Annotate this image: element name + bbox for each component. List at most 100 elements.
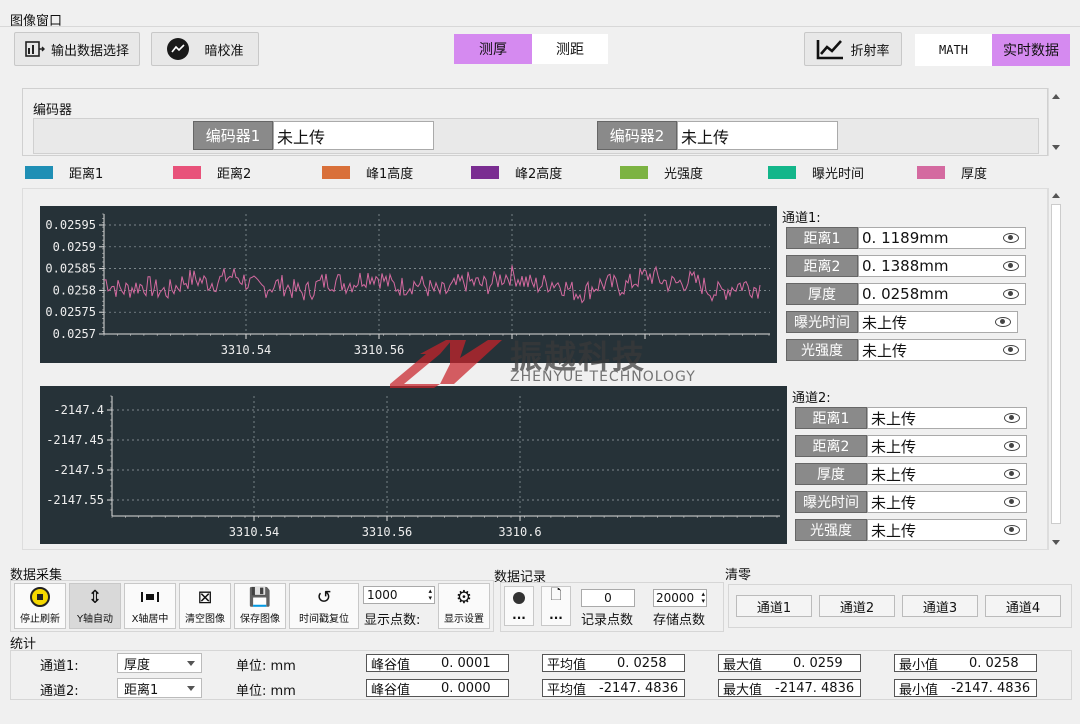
eye-icon[interactable]	[995, 317, 1011, 327]
legend-item-peak1[interactable]: 峰1高度	[322, 163, 413, 182]
y-tick-label: -2147.4	[53, 403, 104, 417]
row-label: 距离2	[786, 255, 858, 277]
stats-row2-channel: 通道2:	[40, 684, 79, 699]
stats-row1-select[interactable]: 厚度	[117, 653, 202, 673]
chart-area-scrollbar[interactable]	[1048, 188, 1062, 550]
record-button[interactable]: ...	[504, 586, 534, 626]
legend-item-thickness[interactable]: 厚度	[917, 163, 987, 182]
y-auto-button[interactable]: ⇕ Y轴自动	[69, 583, 121, 629]
dark-calibration-label: 暗校准	[204, 43, 244, 59]
eye-icon[interactable]	[1004, 497, 1020, 507]
legend-label: 距离2	[217, 167, 252, 182]
reset-timestamp-button[interactable]: ↺ 时间戳复位	[289, 583, 359, 629]
stats-row2-select[interactable]: 距离1	[117, 678, 202, 698]
realtime-toggle[interactable]: 实时数据	[992, 34, 1070, 66]
max-value: 0. 0259	[793, 655, 843, 671]
eye-icon[interactable]	[1003, 261, 1019, 271]
channel2-row-distance2: 距离2 未上传	[795, 435, 1027, 457]
legend-item-exposure[interactable]: 曝光时间	[768, 163, 864, 182]
row-value-text: 未上传	[871, 493, 917, 512]
output-select-button[interactable]: 输出数据选择	[14, 32, 140, 66]
peak-label: 峰谷值	[371, 657, 411, 673]
row-value-text: 未上传	[871, 437, 917, 456]
store-count-spinbox[interactable]: 20000 ▴ ▾	[653, 589, 707, 607]
scroll-thumb[interactable]	[1051, 204, 1061, 524]
zero-channel1-button[interactable]: 通道1	[736, 595, 812, 617]
zero-channel4-button[interactable]: 通道4	[985, 595, 1061, 617]
legend-label: 峰2高度	[515, 167, 563, 182]
eye-icon[interactable]	[1004, 469, 1020, 479]
clear-image-button[interactable]: ⊠ 清空图像	[179, 583, 231, 629]
eye-icon[interactable]	[1004, 413, 1020, 423]
min-label: 最小值	[899, 657, 939, 673]
peak-label: 峰谷值	[371, 682, 411, 698]
eye-icon[interactable]	[1003, 289, 1019, 299]
points-value: 1000	[367, 588, 398, 602]
record-folder-button[interactable]: 🗋 ...	[541, 586, 571, 626]
max-label: 最大值	[723, 682, 763, 698]
stats-row2-max: 最大值 -2147. 4836	[718, 679, 861, 698]
scroll-down-arrow[interactable]	[1052, 540, 1060, 545]
refractive-index-button[interactable]: 折射率	[804, 32, 902, 66]
spin-arrows-icon[interactable]: ▴ ▾	[701, 591, 706, 605]
scroll-up-arrow[interactable]	[1052, 193, 1060, 198]
folder-dots: ...	[549, 608, 563, 622]
record-count-field[interactable]: 0	[581, 589, 635, 607]
eye-icon[interactable]	[1004, 441, 1020, 451]
row-value: 未上传	[858, 311, 1018, 333]
legend-item-intensity[interactable]: 光强度	[620, 163, 703, 182]
dark-calibration-button[interactable]: 暗校准	[151, 32, 259, 66]
zero-title: 清零	[725, 568, 752, 583]
spin-arrows-icon[interactable]: ▴ ▾	[428, 588, 434, 602]
channel2-plot[interactable]: -2147.4 -2147.45 -2147.5 -2147.55 3310.54 331…	[40, 386, 787, 544]
x-center-button[interactable]: X轴居中	[124, 583, 176, 629]
eye-icon[interactable]	[1003, 233, 1019, 243]
watermark-en: ZHENYUE TECHNOLOGY	[510, 369, 696, 385]
folder-icon: 🗋	[550, 587, 562, 603]
store-count-value: 20000	[656, 591, 695, 605]
zero-channel3-button[interactable]: 通道3	[902, 595, 978, 617]
tab-distance[interactable]: 测距	[532, 34, 608, 64]
reset-timestamp-label: 时间戳复位	[299, 614, 349, 625]
row-value: 未上传	[867, 491, 1027, 513]
row-value: 未上传	[867, 463, 1027, 485]
points-spinbox[interactable]: 1000 ▴ ▾	[363, 586, 435, 604]
legend-swatch	[25, 166, 53, 179]
line-chart-icon	[817, 40, 844, 60]
stats-row1-channel: 通道1:	[40, 659, 79, 674]
legend-item-peak2[interactable]: 峰2高度	[471, 163, 562, 182]
row-value: 未上传	[867, 435, 1027, 457]
stats-row2-avg: 平均值 -2147. 4836	[542, 679, 685, 698]
display-settings-button[interactable]: ⚙ 显示设置	[438, 583, 490, 629]
scroll-up-arrow[interactable]	[1052, 94, 1060, 99]
stop-refresh-button[interactable]: 停止刷新	[14, 583, 66, 629]
channel2-row-intensity: 光强度 未上传	[795, 519, 1027, 541]
x-tick-label: 3310.54	[229, 525, 280, 539]
channel1-row-intensity: 光强度 未上传	[786, 339, 1026, 361]
thickness-series-line	[103, 265, 761, 304]
stats-row2-min: 最小值 -2147. 4836	[894, 679, 1037, 698]
tab-thickness[interactable]: 测厚	[454, 34, 532, 64]
title-divider	[0, 26, 1080, 27]
eye-icon[interactable]	[1003, 345, 1019, 355]
encoder-title: 编码器	[33, 103, 73, 118]
channel2-row-exposure: 曝光时间 未上传	[795, 491, 1027, 513]
row-label: 曝光时间	[795, 491, 867, 513]
channel2-title: 通道2:	[792, 391, 831, 406]
legend-item-distance2[interactable]: 距离2	[173, 163, 251, 182]
row-value-text: 0. 1388mm	[862, 257, 949, 275]
zero-channel2-button[interactable]: 通道2	[819, 595, 895, 617]
encoder-row	[33, 118, 1039, 154]
points-label: 显示点数:	[364, 613, 421, 628]
encoder-scrollbar[interactable]	[1048, 88, 1062, 156]
min-value: -2147. 4836	[951, 680, 1031, 696]
scroll-down-arrow[interactable]	[1052, 145, 1060, 150]
row-value-text: 未上传	[871, 521, 917, 540]
eye-icon[interactable]	[1004, 525, 1020, 535]
save-image-button[interactable]: 💾 保存图像	[234, 583, 286, 629]
legend-item-distance1[interactable]: 距离1	[25, 163, 103, 182]
watermark-logo: 振越科技 ZHENYUE TECHNOLOGY	[390, 336, 700, 388]
row-value-text: 未上传	[862, 341, 908, 360]
math-toggle[interactable]: MATH	[915, 34, 992, 66]
y-tick-label: 0.02595	[45, 218, 96, 232]
